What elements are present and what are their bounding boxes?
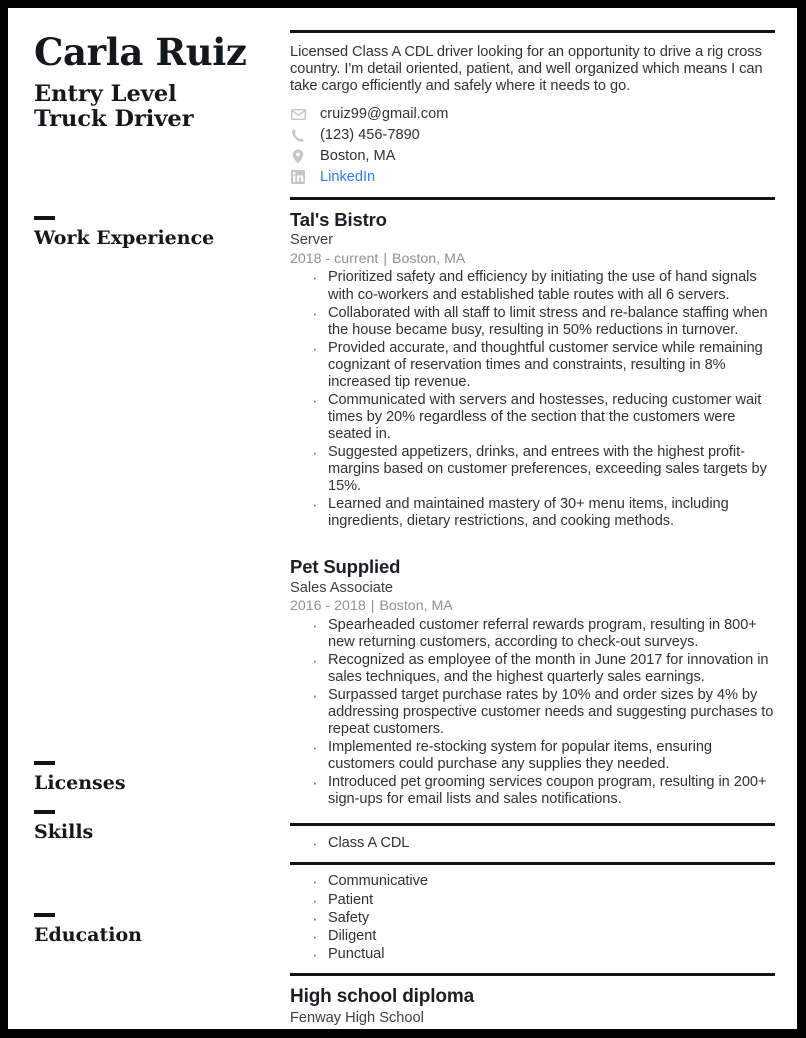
list-item: Communicative — [312, 872, 775, 892]
contact-row-location[interactable]: Boston, MA — [290, 146, 775, 166]
list-item: Safety — [312, 909, 775, 929]
headline-job-title: Entry Level Truck Driver — [34, 80, 290, 133]
section-label-skills: Skills — [34, 821, 94, 843]
page-border: Carla Ruiz Entry Level Truck Driver Work… — [0, 0, 806, 1038]
section-heading-work-experience: Work Experience — [34, 216, 290, 248]
education-degree: High school diploma — [290, 985, 474, 1007]
list-item: Learned and maintained mastery of 30+ me… — [312, 495, 775, 530]
list-item: Introduced pet grooming services coupon … — [312, 773, 775, 808]
contact-list: cruiz99@gmail.com (123) 456-7890 Boston,… — [290, 104, 775, 187]
section-dash-icon — [34, 216, 55, 220]
work-meta: 2018 - current | Boston, MA — [290, 251, 775, 268]
list-item: Prioritized safety and efficiency by ini… — [312, 268, 775, 303]
divider-work-experience — [290, 197, 775, 201]
headline-line-2: Truck Driver — [34, 106, 194, 133]
list-item: Recognized as employee of the month in J… — [312, 651, 775, 686]
list-item: Spearheaded customer referral rewards pr… — [312, 616, 775, 651]
education-dates: 2012 - 2016 — [290, 1028, 366, 1029]
section-dash-icon — [34, 810, 55, 814]
section-label-work-experience: Work Experience — [34, 227, 215, 249]
professional-summary: Licensed Class A CDL driver looking for … — [290, 44, 763, 95]
section-label-licenses: Licenses — [34, 772, 126, 794]
work-role: Sales Associate — [290, 579, 394, 596]
list-item: Provided accurate, and thoughtful custom… — [312, 339, 775, 391]
linkedin-icon — [290, 169, 306, 185]
section-heading-skills: Skills — [34, 810, 290, 842]
resume-document: Carla Ruiz Entry Level Truck Driver Work… — [8, 8, 797, 1029]
work-company: Tal's Bistro — [290, 209, 387, 231]
work-company: Pet Supplied — [290, 556, 401, 578]
section-dash-icon — [34, 761, 55, 765]
work-location: Boston, MA — [392, 251, 466, 268]
headline-line-1: Entry Level — [34, 80, 177, 107]
work-entry: Tal's Bistro Server 2018 - current | Bosto… — [290, 209, 775, 530]
skills-section: Communicative Patient Safety Diligent Pu… — [290, 865, 775, 972]
work-meta: 2016 - 2018 | Boston, MA — [290, 598, 775, 615]
list-item: Punctual — [312, 945, 775, 965]
education-entry: High school diploma Fenway High School 2… — [290, 986, 775, 1029]
education-location: Boston, MA — [379, 1028, 452, 1029]
list-item: Collaborated with all staff to limit str… — [312, 304, 775, 339]
page-title: Carla Ruiz — [34, 30, 247, 74]
meta-separator: | — [383, 251, 388, 268]
section-dash-icon — [34, 913, 55, 917]
section-heading-licenses: Licenses — [34, 761, 290, 793]
contact-phone-text: (123) 456-7890 — [320, 127, 420, 144]
list-item: Diligent — [312, 927, 775, 947]
phone-icon — [290, 127, 306, 143]
contact-row-phone[interactable]: (123) 456-7890 — [290, 125, 775, 145]
divider-top — [290, 30, 775, 33]
meta-separator: | — [366, 1028, 380, 1029]
list-item: Surpassed target purchase rates by 10% a… — [312, 686, 775, 738]
list-item: Implemented re-stocking system for popul… — [312, 738, 775, 773]
divider-education — [290, 972, 775, 976]
section-label-education: Education — [34, 924, 142, 946]
skills-list: Communicative Patient Safety Diligent Pu… — [290, 872, 775, 965]
work-dates: 2018 - current — [290, 251, 379, 268]
licenses-section: Class A CDL — [290, 826, 775, 862]
work-dates: 2016 - 2018 — [290, 598, 366, 615]
list-item: Suggested appetizers, drinks, and entree… — [312, 443, 775, 495]
section-heading-education: Education — [34, 913, 290, 945]
left-column: Carla Ruiz Entry Level Truck Driver Work… — [34, 30, 290, 945]
meta-separator: | — [370, 598, 375, 615]
work-role: Server — [290, 232, 333, 249]
envelope-icon — [290, 106, 306, 122]
contact-row-linkedin[interactable]: LinkedIn — [290, 167, 775, 187]
contact-email-text: cruiz99@gmail.com — [320, 106, 449, 123]
education-meta: 2012 - 2016|Boston, MA — [290, 1028, 775, 1029]
contact-row-email[interactable]: cruiz99@gmail.com — [290, 104, 775, 124]
contact-linkedin-link[interactable]: LinkedIn — [320, 169, 375, 185]
licenses-list: Class A CDL — [290, 834, 775, 854]
list-item: Communicated with servers and hostesses,… — [312, 391, 775, 443]
right-column: Licensed Class A CDL driver looking for … — [290, 30, 775, 1029]
work-location: Boston, MA — [379, 598, 453, 615]
location-pin-icon — [290, 148, 306, 164]
education-school: Fenway High School — [290, 1009, 424, 1026]
resume-page: Carla Ruiz Entry Level Truck Driver Work… — [8, 8, 797, 1029]
work-bullets: Prioritized safety and efficiency by ini… — [290, 268, 775, 530]
work-entry: Pet Supplied Sales Associate 2016 - 2018… — [290, 556, 775, 808]
list-item: Class A CDL — [312, 834, 775, 854]
work-bullets: Spearheaded customer referral rewards pr… — [290, 616, 775, 809]
list-item: Patient — [312, 891, 775, 911]
contact-location-text: Boston, MA — [320, 148, 396, 165]
